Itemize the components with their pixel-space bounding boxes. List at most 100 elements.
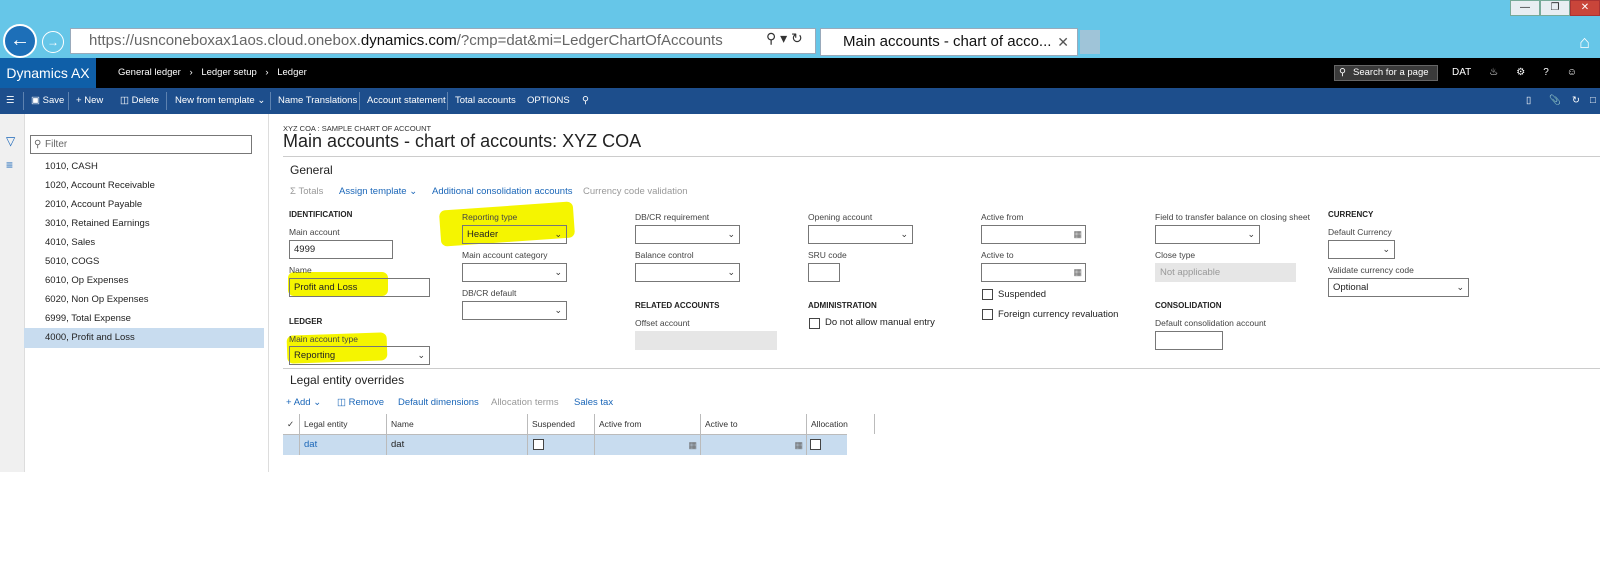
active-to-input[interactable]: ▦	[981, 263, 1086, 282]
close-window-button[interactable]: ✕	[1570, 0, 1600, 16]
row-suspended-checkbox[interactable]	[533, 439, 544, 450]
totals-button[interactable]: Σ Totals	[290, 186, 323, 197]
main-account-input[interactable]: 4999	[289, 240, 393, 259]
reporting-type-select[interactable]: Header ⌄	[462, 225, 567, 244]
suspended-checkbox[interactable]	[982, 289, 993, 300]
calendar-icon[interactable]: ▦	[688, 435, 697, 455]
dbcr-requirement-select[interactable]: ⌄	[635, 225, 740, 244]
table-row[interactable]: dat dat ▦ ▦	[283, 435, 847, 455]
list-item[interactable]: 4010, Sales	[24, 233, 264, 253]
default-dimensions-button[interactable]: Default dimensions	[398, 397, 479, 408]
remove-button[interactable]: ◫ Remove	[337, 397, 384, 408]
dbcr-default-select[interactable]: ⌄	[462, 301, 567, 320]
filter-input[interactable]: ⚲ Filter	[30, 135, 252, 154]
new-tab-button[interactable]	[1080, 30, 1100, 54]
minimize-button[interactable]: —	[1510, 0, 1540, 16]
allocation-terms-button[interactable]: Allocation terms	[491, 397, 559, 408]
refresh-icon[interactable]: ↻	[1572, 88, 1580, 114]
col-active-from[interactable]: Active from	[594, 414, 700, 434]
list-item[interactable]: 1010, CASH	[24, 157, 264, 177]
cell-active-from[interactable]: ▦	[594, 435, 700, 455]
office-icon[interactable]: ▯	[1526, 88, 1531, 114]
sales-tax-button[interactable]: Sales tax	[574, 397, 613, 408]
trash-icon: ◫	[120, 95, 129, 106]
hamburger-menu-icon[interactable]: ☰	[6, 88, 15, 114]
calendar-icon[interactable]: ▦	[1073, 226, 1082, 243]
list-icon[interactable]: ≡	[6, 158, 13, 172]
calendar-icon[interactable]: ▦	[794, 435, 803, 455]
opening-account-select[interactable]: ⌄	[808, 225, 913, 244]
help-icon[interactable]: ?	[1543, 58, 1549, 88]
new-button[interactable]: + New	[76, 88, 103, 114]
legal-entity-section-title[interactable]: Legal entity overrides	[290, 373, 404, 387]
consolidation-header: CONSOLIDATION	[1155, 301, 1222, 310]
attachment-icon[interactable]: 📎	[1549, 88, 1561, 114]
close-type-input[interactable]: Not applicable	[1155, 263, 1296, 282]
col-legal-entity[interactable]: Legal entity	[299, 414, 386, 434]
popout-icon[interactable]: □	[1590, 88, 1596, 114]
brand-logo[interactable]: Dynamics AX	[0, 58, 96, 88]
offset-account-input[interactable]	[635, 331, 777, 350]
sru-code-input[interactable]	[808, 263, 840, 282]
row-allocation-checkbox[interactable]	[810, 439, 821, 450]
list-item[interactable]: 5010, COGS	[24, 252, 264, 272]
company-picker[interactable]: DAT	[1452, 58, 1471, 88]
browser-tab[interactable]: Main accounts - chart of acco... ✕	[820, 28, 1078, 56]
list-item[interactable]: 6020, Non Op Expenses	[24, 290, 264, 310]
forward-arrow-icon[interactable]: →	[42, 31, 64, 53]
breadcrumb-general-ledger[interactable]: General ledger	[118, 67, 181, 78]
address-bar[interactable]: https://usnconeboxax1aos.cloud.onebox.dy…	[70, 28, 816, 54]
url-prefix: https://usnconeboxax1aos.cloud.onebox.	[89, 32, 361, 49]
delete-button[interactable]: ◫ Delete	[120, 88, 159, 114]
bell-icon[interactable]: ♨	[1489, 58, 1498, 88]
save-button[interactable]: ▣ Save	[31, 88, 64, 114]
list-item[interactable]: 1020, Account Receivable	[24, 176, 264, 196]
address-search-icon[interactable]: ⚲ ▾ ↻	[766, 30, 803, 47]
main-account-type-select[interactable]: Reporting ⌄	[289, 346, 430, 365]
back-arrow-icon[interactable]: ←	[3, 24, 37, 58]
account-statement-button[interactable]: Account statement	[367, 88, 446, 114]
no-manual-entry-checkbox[interactable]	[809, 318, 820, 329]
default-consolidation-input[interactable]	[1155, 331, 1223, 350]
currency-code-validation-button[interactable]: Currency code validation	[583, 186, 688, 197]
list-item[interactable]: 2010, Account Payable	[24, 195, 264, 215]
gear-icon[interactable]: ⚙	[1516, 58, 1525, 88]
select-all-check-icon[interactable]: ✓	[283, 414, 299, 434]
user-icon[interactable]: ☺	[1567, 58, 1577, 88]
balance-control-select[interactable]: ⌄	[635, 263, 740, 282]
validate-currency-select[interactable]: Optional ⌄	[1328, 278, 1469, 297]
cell-active-to[interactable]: ▦	[700, 435, 806, 455]
total-accounts-button[interactable]: Total accounts	[455, 88, 516, 114]
list-item[interactable]: 3010, Retained Earnings	[24, 214, 264, 234]
col-name[interactable]: Name	[386, 414, 527, 434]
breadcrumb-ledger-setup[interactable]: Ledger setup	[201, 67, 256, 78]
list-item[interactable]: 6999, Total Expense	[24, 309, 264, 329]
home-icon[interactable]: ⌂	[1579, 32, 1590, 53]
assign-template-button[interactable]: Assign template ⌄	[339, 186, 417, 197]
tab-close-icon[interactable]: ✕	[1057, 29, 1069, 55]
new-from-template-button[interactable]: New from template ⌄	[175, 88, 265, 114]
add-button[interactable]: + Add ⌄	[286, 397, 321, 408]
list-item[interactable]: 4000, Profit and Loss	[24, 328, 264, 348]
col-suspended[interactable]: Suspended	[527, 414, 594, 434]
cell-legal-entity[interactable]: dat	[299, 435, 386, 455]
action-search-icon[interactable]: ⚲	[582, 88, 589, 114]
calendar-icon[interactable]: ▦	[1073, 264, 1082, 281]
main-account-category-select[interactable]: ⌄	[462, 263, 567, 282]
breadcrumb-ledger[interactable]: Ledger	[277, 67, 307, 78]
filter-icon[interactable]: ▽	[6, 134, 15, 148]
additional-consolidation-button[interactable]: Additional consolidation accounts	[432, 186, 572, 197]
col-active-to[interactable]: Active to	[700, 414, 806, 434]
restore-button[interactable]: ❐	[1540, 0, 1570, 16]
foreign-currency-reval-checkbox[interactable]	[982, 309, 993, 320]
general-section-title[interactable]: General	[290, 163, 333, 177]
search-page-input[interactable]: ⚲ Search for a page	[1334, 65, 1438, 81]
list-item[interactable]: 6010, Op Expenses	[24, 271, 264, 291]
options-button[interactable]: OPTIONS	[527, 88, 570, 114]
name-translations-button[interactable]: Name Translations	[278, 88, 357, 114]
transfer-balance-select[interactable]: ⌄	[1155, 225, 1260, 244]
active-from-input[interactable]: ▦	[981, 225, 1086, 244]
default-currency-select[interactable]: ⌄	[1328, 240, 1395, 259]
name-input[interactable]: Profit and Loss	[289, 278, 430, 297]
col-allocation[interactable]: Allocation	[806, 414, 875, 434]
